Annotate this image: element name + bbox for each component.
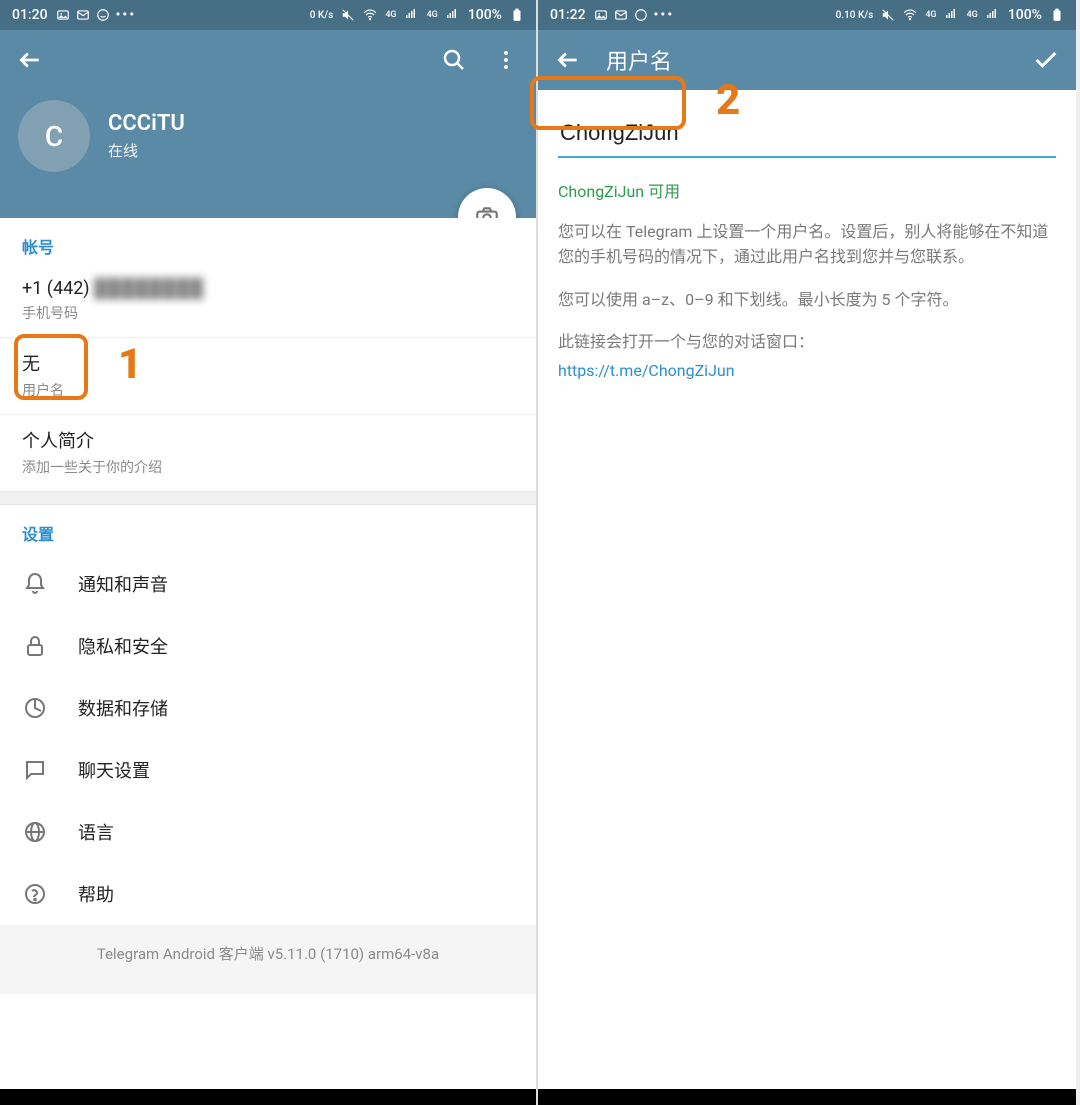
- confirm-button[interactable]: [1032, 46, 1060, 74]
- help-row[interactable]: 帮助: [0, 863, 536, 925]
- menu-button[interactable]: [492, 46, 520, 74]
- status-time: 01:20: [12, 7, 48, 23]
- account-header: 帐号: [0, 218, 536, 266]
- chat-row[interactable]: 聊天设置: [0, 739, 536, 801]
- mail-icon: [76, 8, 90, 22]
- wifi-icon: [363, 8, 377, 22]
- left-screen: 01:20 ••• 0 K/s 4G: [0, 0, 538, 1105]
- privacy-row[interactable]: 隐私和安全: [0, 615, 536, 677]
- navbar: [538, 1089, 1076, 1105]
- mail-icon: [614, 8, 628, 22]
- toolbar: [0, 30, 536, 90]
- battery-pct: 100%: [468, 7, 502, 23]
- profile-link[interactable]: https://t.me/ChongZiJun: [558, 361, 1056, 380]
- battery-icon: [1050, 8, 1064, 22]
- statusbar: 01:20 ••• 0 K/s 4G: [0, 0, 536, 30]
- data-label: 数据和存储: [78, 695, 168, 721]
- data-row[interactable]: 数据和存储: [0, 677, 536, 739]
- help-icon: [22, 881, 48, 907]
- notifications-row[interactable]: 通知和声音: [0, 553, 536, 615]
- wifi-icon: [903, 8, 917, 22]
- image-icon: [594, 8, 608, 22]
- mute-icon: [881, 8, 895, 22]
- bell-icon: [22, 571, 48, 597]
- net-4g-2: 4G: [427, 10, 438, 20]
- phone-value: +1 (442) ████████: [22, 278, 514, 299]
- notifications-label: 通知和声音: [78, 571, 168, 597]
- description-3: 此链接会打开一个与您的对话窗口：: [558, 330, 1056, 355]
- back-button[interactable]: [554, 46, 582, 74]
- net-4g-1: 4G: [925, 10, 936, 20]
- signal-icon-1: [945, 8, 959, 22]
- signal-icon-2: [986, 8, 1000, 22]
- annotation-number-1: 1: [118, 340, 142, 389]
- avatar[interactable]: C: [18, 100, 90, 172]
- chat-settings-icon: [22, 757, 48, 783]
- globe-icon: [22, 819, 48, 845]
- username-label: 用户名: [22, 380, 514, 400]
- annotation-box-1: [14, 334, 88, 400]
- lock-icon: [22, 633, 48, 659]
- language-label: 语言: [78, 819, 114, 845]
- net-4g-2: 4G: [967, 10, 978, 20]
- username-value: 无: [22, 350, 514, 376]
- net-4g-1: 4G: [385, 10, 396, 20]
- navbar: [0, 1089, 536, 1105]
- mute-icon: [341, 8, 355, 22]
- status-time: 01:22: [550, 7, 586, 23]
- net-speed: 0 K/s: [310, 10, 334, 21]
- search-button[interactable]: [440, 46, 468, 74]
- battery-icon: [510, 8, 524, 22]
- description-2: 您可以使用 a–z、0–9 和下划线。最小长度为 5 个字符。: [558, 288, 1056, 313]
- chat-icon: [634, 8, 648, 22]
- version-footer: Telegram Android 客户端 v5.11.0 (1710) arm6…: [0, 925, 536, 994]
- more-icon: •••: [116, 7, 137, 23]
- data-icon: [22, 695, 48, 721]
- signal-icon-1: [405, 8, 419, 22]
- availability-text: ChongZiJun 可用: [558, 178, 1056, 202]
- privacy-label: 隐私和安全: [78, 633, 168, 659]
- account-section: 帐号 +1 (442) ████████ 手机号码 无 用户名 1 个人简介 添…: [0, 218, 536, 491]
- profile-status: 在线: [108, 140, 185, 161]
- avatar-letter: C: [45, 120, 63, 153]
- phone-label: 手机号码: [22, 303, 514, 323]
- description-1: 您可以在 Telegram 上设置一个用户名。设置后，别人将能够在不知道您的手机…: [558, 220, 1056, 270]
- help-label: 帮助: [78, 881, 114, 907]
- annotation-box-2: [530, 76, 686, 130]
- annotation-number-2: 2: [716, 76, 740, 125]
- section-divider: [0, 491, 536, 505]
- username-row[interactable]: 无 用户名 1: [0, 338, 536, 415]
- settings-section: 设置 通知和声音 隐私和安全 数据和存储 聊天设置: [0, 505, 536, 925]
- signal-icon-2: [446, 8, 460, 22]
- bio-value: 个人简介: [22, 427, 514, 453]
- back-button[interactable]: [16, 46, 44, 74]
- page-title: 用户名: [606, 44, 1008, 76]
- settings-header: 设置: [0, 505, 536, 553]
- chat-icon: [96, 8, 110, 22]
- image-icon: [56, 8, 70, 22]
- language-row[interactable]: 语言: [0, 801, 536, 863]
- phone-row[interactable]: +1 (442) ████████ 手机号码: [0, 266, 536, 338]
- profile-header: C CCCiTU 在线: [0, 90, 536, 218]
- right-screen: 01:22 ••• 0.10 K/s 4G 4G 100% 用户名: [538, 0, 1076, 1105]
- net-speed: 0.10 K/s: [836, 10, 874, 21]
- more-icon: •••: [654, 7, 675, 23]
- chat-label: 聊天设置: [78, 757, 150, 783]
- bio-label: 添加一些关于你的介绍: [22, 457, 514, 477]
- battery-pct: 100%: [1008, 7, 1042, 23]
- profile-name: CCCiTU: [108, 111, 185, 136]
- content: 2 ChongZiJun 可用 您可以在 Telegram 上设置一个用户名。设…: [538, 90, 1076, 1089]
- statusbar: 01:22 ••• 0.10 K/s 4G 4G 100%: [538, 0, 1076, 30]
- bio-row[interactable]: 个人简介 添加一些关于你的介绍: [0, 415, 536, 491]
